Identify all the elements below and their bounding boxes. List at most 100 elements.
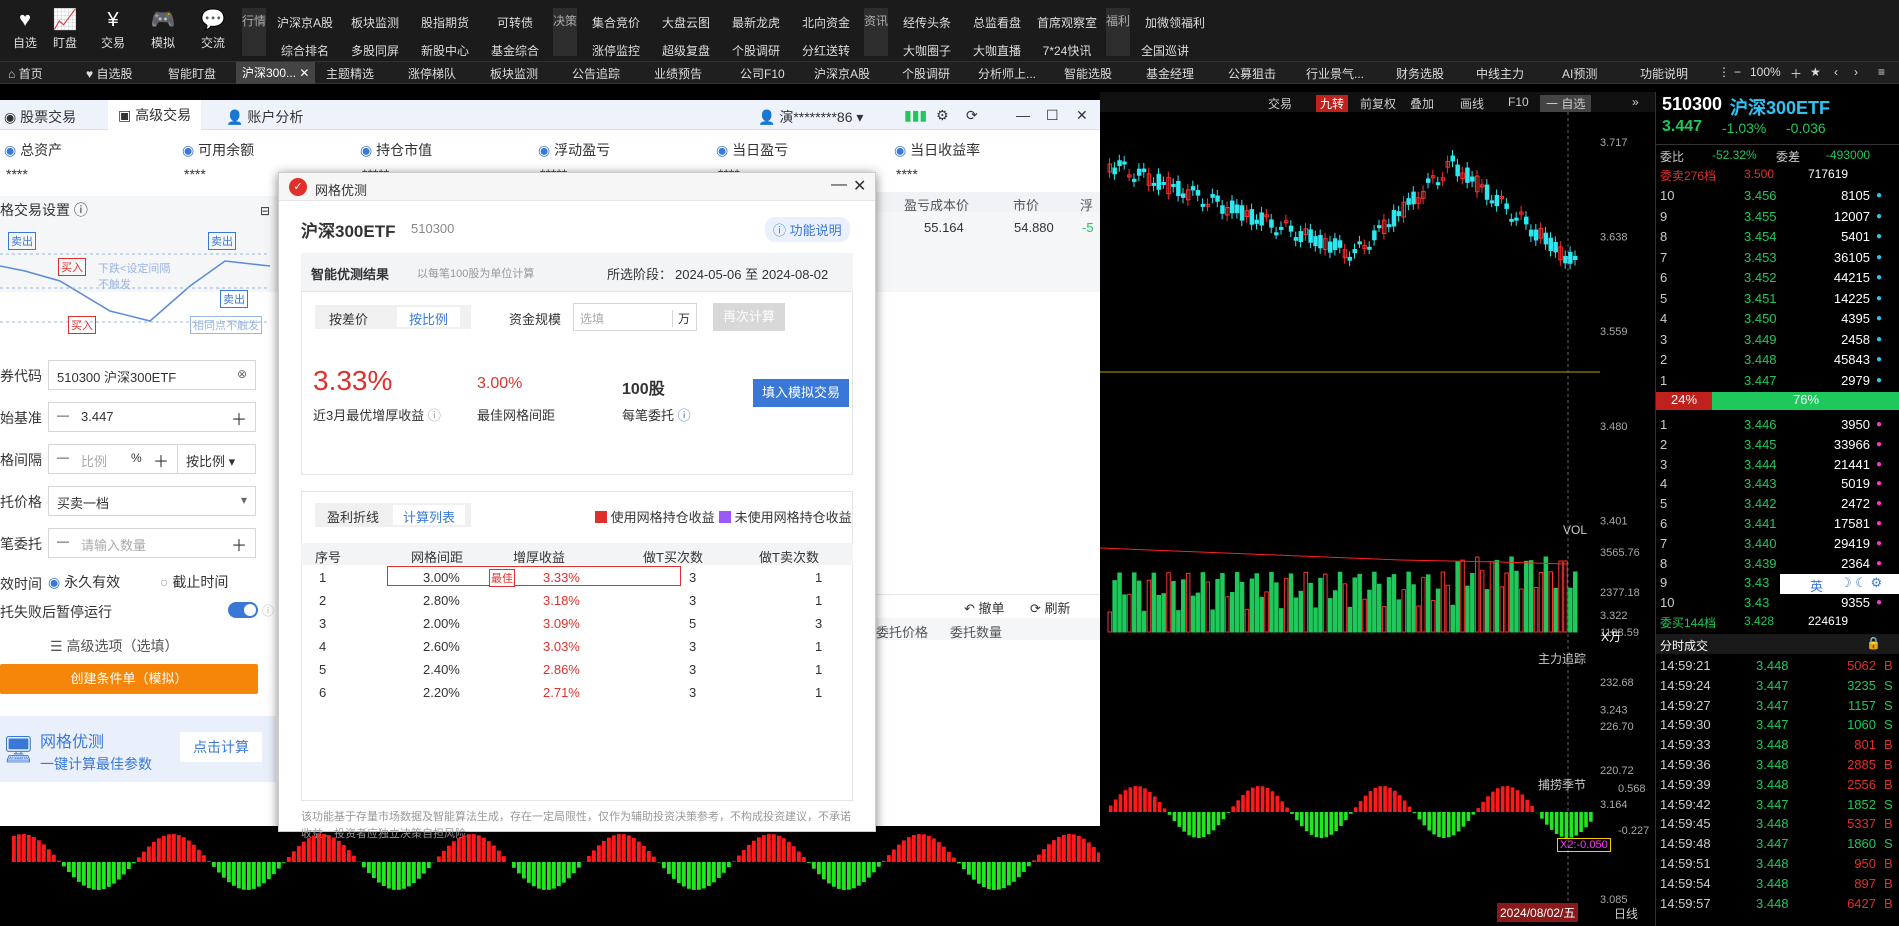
calc-row[interactable]: 6 2.20% 2.71% 3 1 [301,682,841,704]
help-button[interactable]: ⓘ 功能说明 [765,217,850,242]
menu-research[interactable]: 个股调研 [717,42,795,59]
minus-icon[interactable]: — [57,408,69,422]
minus-icon[interactable]: — [57,450,69,464]
bid-row[interactable]: 1 3.446 3950 ● [1656,415,1899,435]
tab-announcement[interactable]: 公告追踪 [572,65,620,82]
menu-dividend[interactable]: 分红送转 [787,42,865,59]
bid-row[interactable]: 10 3.43 9355 ● [1656,593,1899,613]
tab-f10[interactable]: 公司F10 [740,65,785,82]
refresh-icon[interactable]: ⟳ [966,107,978,124]
menu-auction[interactable]: 集合竞价 [577,14,655,31]
help-icon[interactable]: ⓘ [74,202,88,218]
toolbar-chat-button[interactable]: 💬 交流 [188,6,238,51]
ask-row[interactable]: 10 3.456 8105 ● [1656,186,1899,206]
cancel-order-button[interactable]: ↶ 撤单 [964,598,1005,617]
tab-account-analysis[interactable]: 👤 账户分析 [226,107,303,127]
menu-icon[interactable]: ≡ [1878,65,1885,79]
menu-limit-up[interactable]: 涨停监控 [577,42,655,59]
ask-row[interactable]: 1 3.447 2979 ● [1656,371,1899,391]
close-icon[interactable]: ✕ [1076,107,1088,124]
menu-flash[interactable]: 7*24快讯 [1028,42,1106,59]
ask-row[interactable]: 5 3.451 14225 ● [1656,289,1899,309]
refresh-orders-button[interactable]: ⟳ 刷新 [1030,598,1071,617]
seg-profit-line[interactable]: 盈利折线 [327,507,379,526]
tab-hs300[interactable]: 沪深300... ✕ [236,62,316,84]
menu-northbound[interactable]: 北向资金 [787,14,865,31]
tab-a-shares[interactable]: 沪深京A股 [814,65,870,82]
promo-calc-button[interactable]: 点击计算 [180,732,262,762]
radio-permanent[interactable]: ◉ 永久有效 [48,572,120,592]
tab-stock-trade[interactable]: ◉ 股票交易 [4,107,76,127]
menu-fund[interactable]: 基金综合 [476,42,554,59]
menu-review[interactable]: 超级复盘 [647,42,725,59]
nav-next-icon[interactable]: › [1854,65,1858,79]
tab-smart-monitor[interactable]: 智能盯盘 [168,65,216,82]
tab-ai-forecast[interactable]: AI预测 [1562,65,1597,82]
bid-row[interactable]: 5 3.442 2472 ● [1656,494,1899,514]
menu-chief[interactable]: 首席观察室 [1028,14,1106,31]
menu-tour[interactable]: 全国巡讲 [1130,42,1200,59]
toolbar-monitor-button[interactable]: 📈 盯盘 [40,6,90,51]
kline-chart[interactable]: 3.717 3.638 3.559 3.480 3.401 3.322 3.243 3.164… [1100,112,1655,926]
plus-icon[interactable]: ＋ [231,406,247,430]
close-icon[interactable]: ✕ [853,176,866,196]
ask-row[interactable]: 9 3.455 12007 ● [1656,207,1899,227]
tab-fund-manager[interactable]: 基金经理 [1146,65,1194,82]
help-icon[interactable]: ⓘ [428,408,441,423]
bid-row[interactable]: 2 3.445 33966 ● [1656,435,1899,455]
minimize-icon[interactable]: — [1016,107,1030,123]
menu-multi-screen[interactable]: 多股同屏 [336,42,414,59]
code-input[interactable]: 510300 沪深300ETF ⊗ [48,360,256,390]
menu-headlines[interactable]: 经传头条 [888,14,966,31]
bid-row[interactable]: 6 3.441 17581 ● [1656,514,1899,534]
tab-theme[interactable]: 主题精选 [326,65,374,82]
chart-trade-button[interactable]: 交易 [1268,95,1292,112]
tab-home[interactable]: ⌂ 首页 [8,65,43,82]
user-avatar[interactable]: 👤 演********86 ▾ [758,107,863,127]
menu-cloud-map[interactable]: 大盘云图 [647,14,725,31]
tab-advanced-trade[interactable]: ▣ 高级交易 [108,100,202,130]
help-icon[interactable]: ⓘ [678,408,691,423]
menu-convertible[interactable]: 可转债 [476,14,554,31]
chart-watch-button[interactable]: 一 自选 [1540,95,1592,112]
chart-draw-button[interactable]: 画线 [1460,95,1484,112]
lock-icon[interactable]: 🔒 [1866,636,1881,650]
chart-adjust-select[interactable]: 前复权 [1360,95,1396,112]
create-order-button[interactable]: 创建条件单（模拟） [0,664,258,694]
bid-row[interactable]: 4 3.443 5019 ● [1656,474,1899,494]
menu-dragon-tiger[interactable]: 最新龙虎 [717,14,795,31]
ask-row[interactable]: 4 3.450 4395 ● [1656,309,1899,329]
maximize-icon[interactable]: ☐ [1046,107,1059,124]
tab-fund-sniper[interactable]: 公募狙击 [1228,65,1276,82]
calc-row[interactable]: 2 2.80% 3.18% 3 1 [301,590,841,612]
ask-row[interactable]: 7 3.453 36105 ● [1656,248,1899,268]
tab-stock-picker[interactable]: 智能选股 [1064,65,1112,82]
help-icon[interactable]: ⓘ [262,602,274,619]
calc-row[interactable]: 4 2.60% 3.03% 3 1 [301,636,841,658]
tab-research[interactable]: 个股调研 [902,65,950,82]
calc-row[interactable]: 5 2.40% 2.86% 3 1 [301,659,841,681]
tab-forecast[interactable]: 业绩预告 [654,65,702,82]
fail-pause-toggle[interactable] [228,602,258,618]
ask-row[interactable]: 6 3.452 44215 ● [1656,268,1899,288]
zoom-in-icon[interactable]: ＋ [1790,65,1802,82]
tab-mid-main[interactable]: 中线主力 [1476,65,1524,82]
seg-calc-list[interactable]: 计算列表 [393,505,466,525]
menu-a-shares[interactable]: 沪深京A股 [266,14,344,31]
plus-icon[interactable]: ＋ [153,448,169,472]
tab-analyst[interactable]: 分析师上... [978,65,1036,82]
toolbar-sim-button[interactable]: 🎮 模拟 [138,6,188,51]
price-select[interactable]: 买卖一档 ▾ [48,486,256,516]
zoom-out-icon[interactable]: − [1734,65,1741,79]
tab-watchlist[interactable]: ♥ 自选股 [86,65,132,82]
menu-ranking[interactable]: 综合排名 [266,42,344,59]
seg-by-ratio[interactable]: 按比例 [397,307,461,327]
fund-input[interactable]: 选填 万 [573,303,697,331]
ask-row[interactable]: 3 3.449 2458 ● [1656,330,1899,350]
menu-sector-monitor[interactable]: 板块监测 [336,14,414,31]
more-icon[interactable]: ⋮ [1718,65,1730,79]
advanced-options[interactable]: ☰ 高级选项（选填） [50,636,178,656]
ask-row[interactable]: 8 3.454 5401 ● [1656,227,1899,247]
menu-director[interactable]: 总监看盘 [958,14,1036,31]
menu-wechat-welfare[interactable]: 加微领福利 [1130,14,1220,31]
